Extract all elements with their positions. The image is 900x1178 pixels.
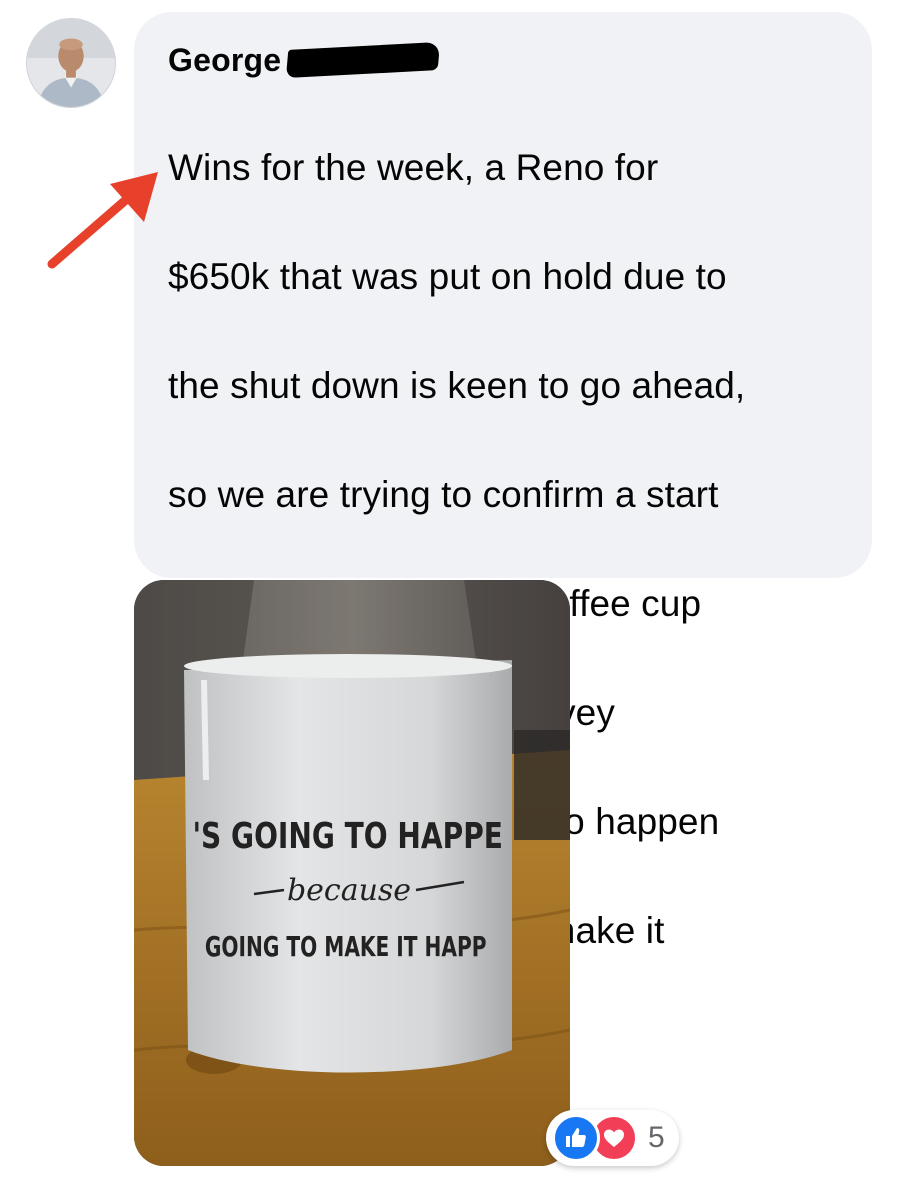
like-icon <box>552 1114 600 1162</box>
redaction-mark <box>286 41 441 79</box>
attached-photo[interactable]: 'S GOING TO HAPPE because GOING TO MAKE … <box>134 580 570 1166</box>
mug-line-1: 'S GOING TO HAPPE <box>192 815 503 857</box>
reaction-count: 5 <box>648 1121 665 1154</box>
reactions-summary[interactable]: 5 <box>546 1110 679 1166</box>
mug-line-2: because <box>287 873 411 908</box>
mug-photo: 'S GOING TO HAPPE because GOING TO MAKE … <box>134 580 570 1166</box>
author-name[interactable]: George <box>168 42 281 79</box>
avatar[interactable] <box>26 18 116 108</box>
avatar-photo <box>27 19 115 107</box>
annotation-arrow-icon <box>47 172 158 269</box>
comment-line: so we are trying to confirm a start <box>168 473 719 515</box>
comment-line: Wins for the week, a Reno for <box>168 146 659 188</box>
comment-bubble: George Wins for the week, a Reno for $65… <box>134 12 872 1060</box>
comment-line: $650k that was put on hold due to <box>168 255 727 297</box>
mug-line-3: GOING TO MAKE IT HAPP <box>205 930 487 963</box>
comment-line: the shut down is keen to go ahead, <box>168 364 746 406</box>
